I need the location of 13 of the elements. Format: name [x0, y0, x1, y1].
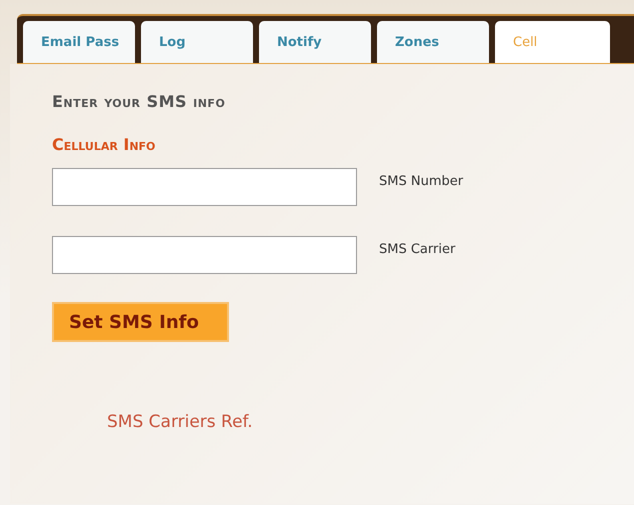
- tab[interactable]: Log: [141, 21, 253, 63]
- field-label: SMS Carrier: [379, 241, 456, 257]
- submit-button[interactable]: Set SMS Info: [52, 302, 229, 342]
- tab[interactable]: Zones: [377, 21, 489, 63]
- tab[interactable]: Email Pass: [23, 21, 135, 63]
- field-label: SMS Number: [379, 173, 464, 189]
- carriers-link[interactable]: SMS Carriers Ref.: [107, 412, 253, 432]
- input-field[interactable]: [52, 236, 357, 274]
- tab[interactable]: Cell: [495, 21, 610, 63]
- page-heading: Enter your SMS info: [52, 92, 226, 111]
- input-field[interactable]: [52, 168, 357, 206]
- section-title: Cellular Info: [52, 135, 156, 154]
- tab[interactable]: Notify: [259, 21, 371, 63]
